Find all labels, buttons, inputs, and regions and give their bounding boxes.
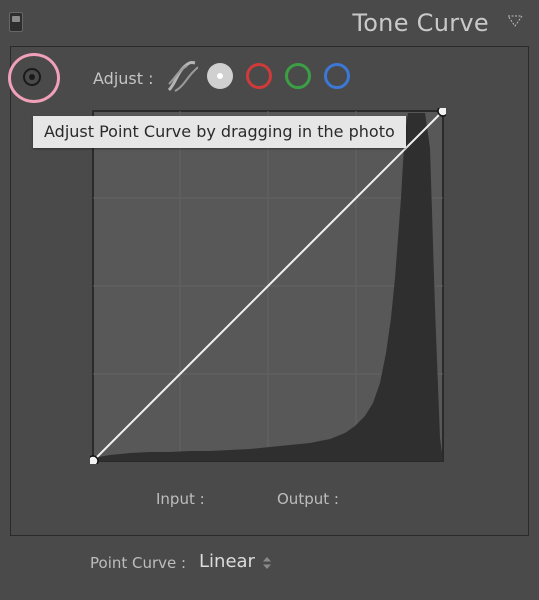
tone-curve-graph[interactable] (90, 108, 446, 464)
channel-rgb-button[interactable] (207, 63, 233, 89)
channel-red-button[interactable] (246, 63, 272, 89)
channel-blue-button[interactable] (324, 63, 350, 89)
select-stepper-icon[interactable] (262, 556, 272, 570)
channel-green-button[interactable] (285, 63, 311, 89)
divider (10, 535, 529, 536)
point-curve-select[interactable]: Linear (199, 551, 255, 572)
panel-title[interactable]: Tone Curve (352, 9, 489, 37)
target-adjust-icon[interactable] (22, 67, 42, 87)
output-readout-label: Output : (277, 490, 339, 508)
point-curve-label: Point Curve : (90, 554, 187, 572)
collapse-triangle-icon[interactable] (507, 15, 523, 27)
tooltip: Adjust Point Curve by dragging in the ph… (33, 116, 406, 148)
curve-point-highlights (437, 108, 446, 117)
adjust-label: Adjust : (93, 69, 154, 88)
input-readout-label: Input : (156, 490, 205, 508)
panel-switch-icon[interactable] (9, 12, 23, 32)
parametric-curve-icon[interactable] (165, 60, 199, 94)
curve-point-shadows (90, 455, 99, 464)
